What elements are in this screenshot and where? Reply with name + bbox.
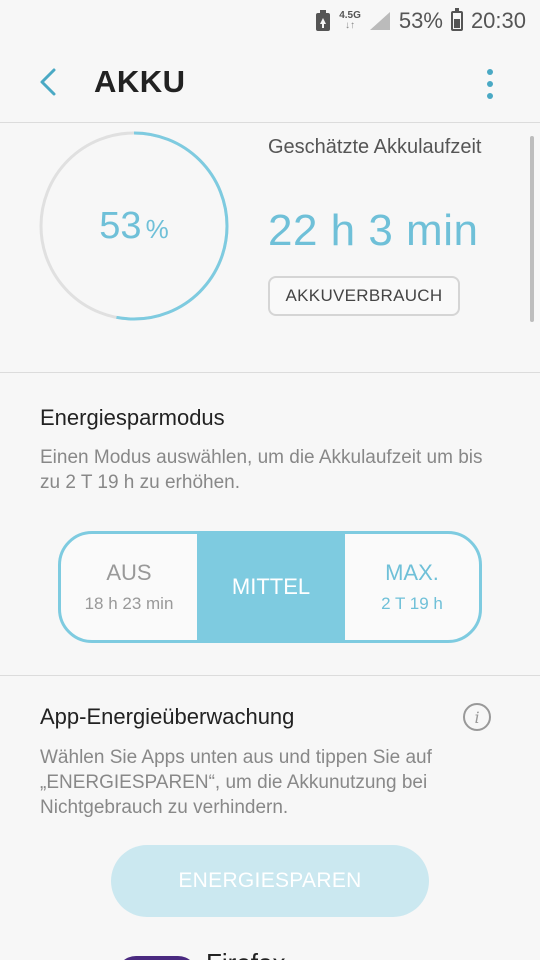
mode-option-off[interactable]: AUS 18 h 23 min xyxy=(61,534,199,640)
firefox-app-icon xyxy=(116,956,198,960)
page-title: AKKU xyxy=(94,64,186,99)
back-arrow-icon xyxy=(40,68,56,96)
mode-option-mid[interactable]: MITTEL xyxy=(199,534,343,640)
status-bar: 4.5G ↓↑ 53% 20:30 xyxy=(0,0,540,42)
app-monitor-description: Wählen Sie Apps unten aus und tippen Sie… xyxy=(40,747,432,818)
save-power-button[interactable]: ENERGIESPAREN xyxy=(111,845,429,917)
app-monitor-title: App-Energieüberwachung xyxy=(40,704,295,729)
clock: 20:30 xyxy=(470,8,526,33)
divider xyxy=(0,372,540,373)
app-list-item[interactable]: Firefox xyxy=(0,944,540,960)
power-mode-selector: AUS 18 h 23 min MITTEL MAX. 2 T 19 h xyxy=(58,531,482,643)
app-bar: AKKU xyxy=(0,42,540,122)
back-button[interactable] xyxy=(22,56,74,108)
battery-percent-text: 53% xyxy=(398,8,443,33)
estimated-time-value: 22 h 3 min xyxy=(268,206,479,255)
signal-icon xyxy=(369,11,391,31)
battery-level: 53 % xyxy=(38,130,230,322)
mode-time: 2 T 19 h xyxy=(381,594,443,613)
more-vert-icon xyxy=(487,69,493,75)
scrollbar[interactable] xyxy=(530,136,534,322)
battery-level-number: 53 xyxy=(99,204,142,247)
mode-option-max[interactable]: MAX. 2 T 19 h xyxy=(343,534,479,640)
more-options-button[interactable] xyxy=(476,66,504,102)
battery-saver-notification-icon xyxy=(315,10,331,32)
estimated-time-label: Geschätzte Akkulaufzeit xyxy=(268,136,482,158)
network-type-icon: 4.5G ↓↑ xyxy=(339,10,361,31)
power-saving-title: Energiesparmodus xyxy=(40,405,225,430)
app-name: Firefox xyxy=(206,948,285,960)
mode-name: MITTEL xyxy=(231,574,311,599)
battery-icon xyxy=(450,8,463,31)
divider xyxy=(0,122,540,123)
battery-usage-button[interactable]: AKKUVERBRAUCH xyxy=(268,276,460,316)
battery-level-unit: % xyxy=(145,213,169,244)
info-icon[interactable]: i xyxy=(463,703,491,731)
mode-name: MAX. xyxy=(385,560,439,585)
power-saving-description: Einen Modus auswählen, um die Akkulaufze… xyxy=(40,447,483,493)
mode-time: 18 h 23 min xyxy=(84,594,174,613)
mode-name: AUS xyxy=(106,560,152,585)
divider xyxy=(0,675,540,676)
